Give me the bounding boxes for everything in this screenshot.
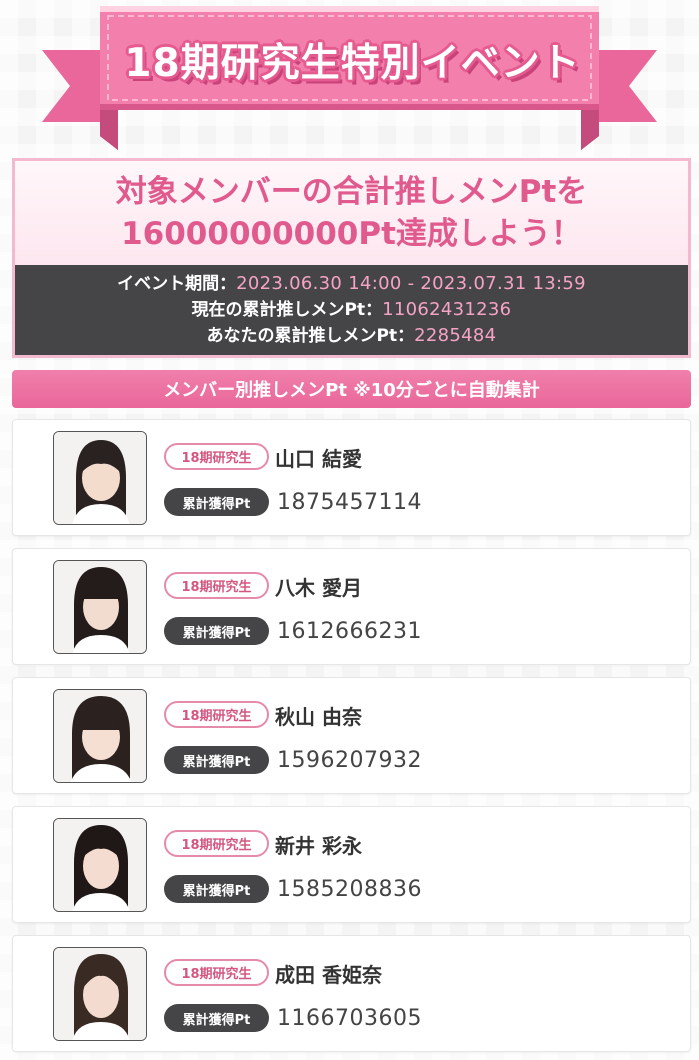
member-points: 1612666231 <box>277 618 422 644</box>
section-header: メンバー別推しメンPt ※10分ごとに自動集計 <box>12 370 691 408</box>
my-points-value: 2285484 <box>414 325 497 346</box>
event-stats: イベント期間：2023.06.30 14:00 - 2023.07.31 13:… <box>15 265 688 355</box>
member-card[interactable]: 18期研究生 秋山 由奈 累計獲得Pt 1596207932 <box>12 677 691 794</box>
member-card[interactable]: 18期研究生 山口 結愛 累計獲得Pt 1875457114 <box>12 419 691 536</box>
member-photo[interactable] <box>53 560 147 654</box>
member-generation-tag: 18期研究生 <box>164 572 269 599</box>
member-generation-tag: 18期研究生 <box>164 959 269 986</box>
member-generation-tag: 18期研究生 <box>164 443 269 470</box>
event-period-value: 2023.06.30 14:00 - 2023.07.31 13:59 <box>236 273 586 294</box>
member-portrait-icon <box>54 561 146 653</box>
member-name: 八木 愛月 <box>275 575 362 600</box>
member-photo[interactable] <box>53 689 147 783</box>
member-name: 山口 結愛 <box>275 446 362 471</box>
member-points: 1166703605 <box>277 1005 422 1031</box>
points-label-badge: 累計獲得Pt <box>164 875 269 903</box>
points-label-badge: 累計獲得Pt <box>164 488 269 516</box>
total-points-label: 現在の累計推しメンPt： <box>191 300 383 320</box>
event-goal-panel: 対象メンバーの合計推しメンPtを 16000000000Pt達成しよう！ イベン… <box>12 158 691 358</box>
member-photo[interactable] <box>53 947 147 1041</box>
my-points-row: あなたの累計推しメンPt：2285484 <box>207 323 497 349</box>
event-period-label: イベント期間： <box>117 274 237 294</box>
member-portrait-icon <box>54 948 146 1040</box>
member-card[interactable]: 18期研究生 八木 愛月 累計獲得Pt 1612666231 <box>12 548 691 665</box>
member-points: 1585208836 <box>277 876 422 902</box>
my-points-label: あなたの累計推しメンPt： <box>206 326 415 346</box>
goal-line-2: 16000000000Pt達成しよう！ <box>121 216 582 252</box>
member-portrait-icon <box>54 819 146 911</box>
member-points: 1596207932 <box>277 747 422 773</box>
member-name: 秋山 由奈 <box>275 704 362 729</box>
member-list: 18期研究生 山口 結愛 累計獲得Pt 1875457114 18期研究生 八木… <box>12 419 691 1060</box>
banner-title: 18期研究生特別イベント <box>124 41 581 86</box>
total-points-row: 現在の累計推しメンPt：11062431236 <box>192 297 512 323</box>
points-label-badge: 累計獲得Pt <box>164 1004 269 1032</box>
event-banner: 18期研究生特別イベント <box>0 0 699 160</box>
member-points: 1875457114 <box>277 489 422 515</box>
total-points-value: 11062431236 <box>382 299 512 320</box>
member-card[interactable]: 18期研究生 新井 彩永 累計獲得Pt 1585208836 <box>12 806 691 923</box>
goal-headline: 対象メンバーの合計推しメンPtを 16000000000Pt達成しよう！ <box>15 161 688 265</box>
member-portrait-icon <box>54 432 146 524</box>
member-generation-tag: 18期研究生 <box>164 701 269 728</box>
member-portrait-icon <box>54 690 146 782</box>
member-name: 新井 彩永 <box>275 833 362 858</box>
points-label-badge: 累計獲得Pt <box>164 746 269 774</box>
member-generation-tag: 18期研究生 <box>164 830 269 857</box>
member-photo[interactable] <box>53 431 147 525</box>
event-period-row: イベント期間：2023.06.30 14:00 - 2023.07.31 13:… <box>117 271 586 297</box>
member-name: 成田 香姫奈 <box>275 962 382 987</box>
points-label-badge: 累計獲得Pt <box>164 617 269 645</box>
member-photo[interactable] <box>53 818 147 912</box>
member-card[interactable]: 18期研究生 成田 香姫奈 累計獲得Pt 1166703605 <box>12 935 691 1052</box>
goal-line-1: 対象メンバーの合計推しメンPtを <box>115 174 588 210</box>
